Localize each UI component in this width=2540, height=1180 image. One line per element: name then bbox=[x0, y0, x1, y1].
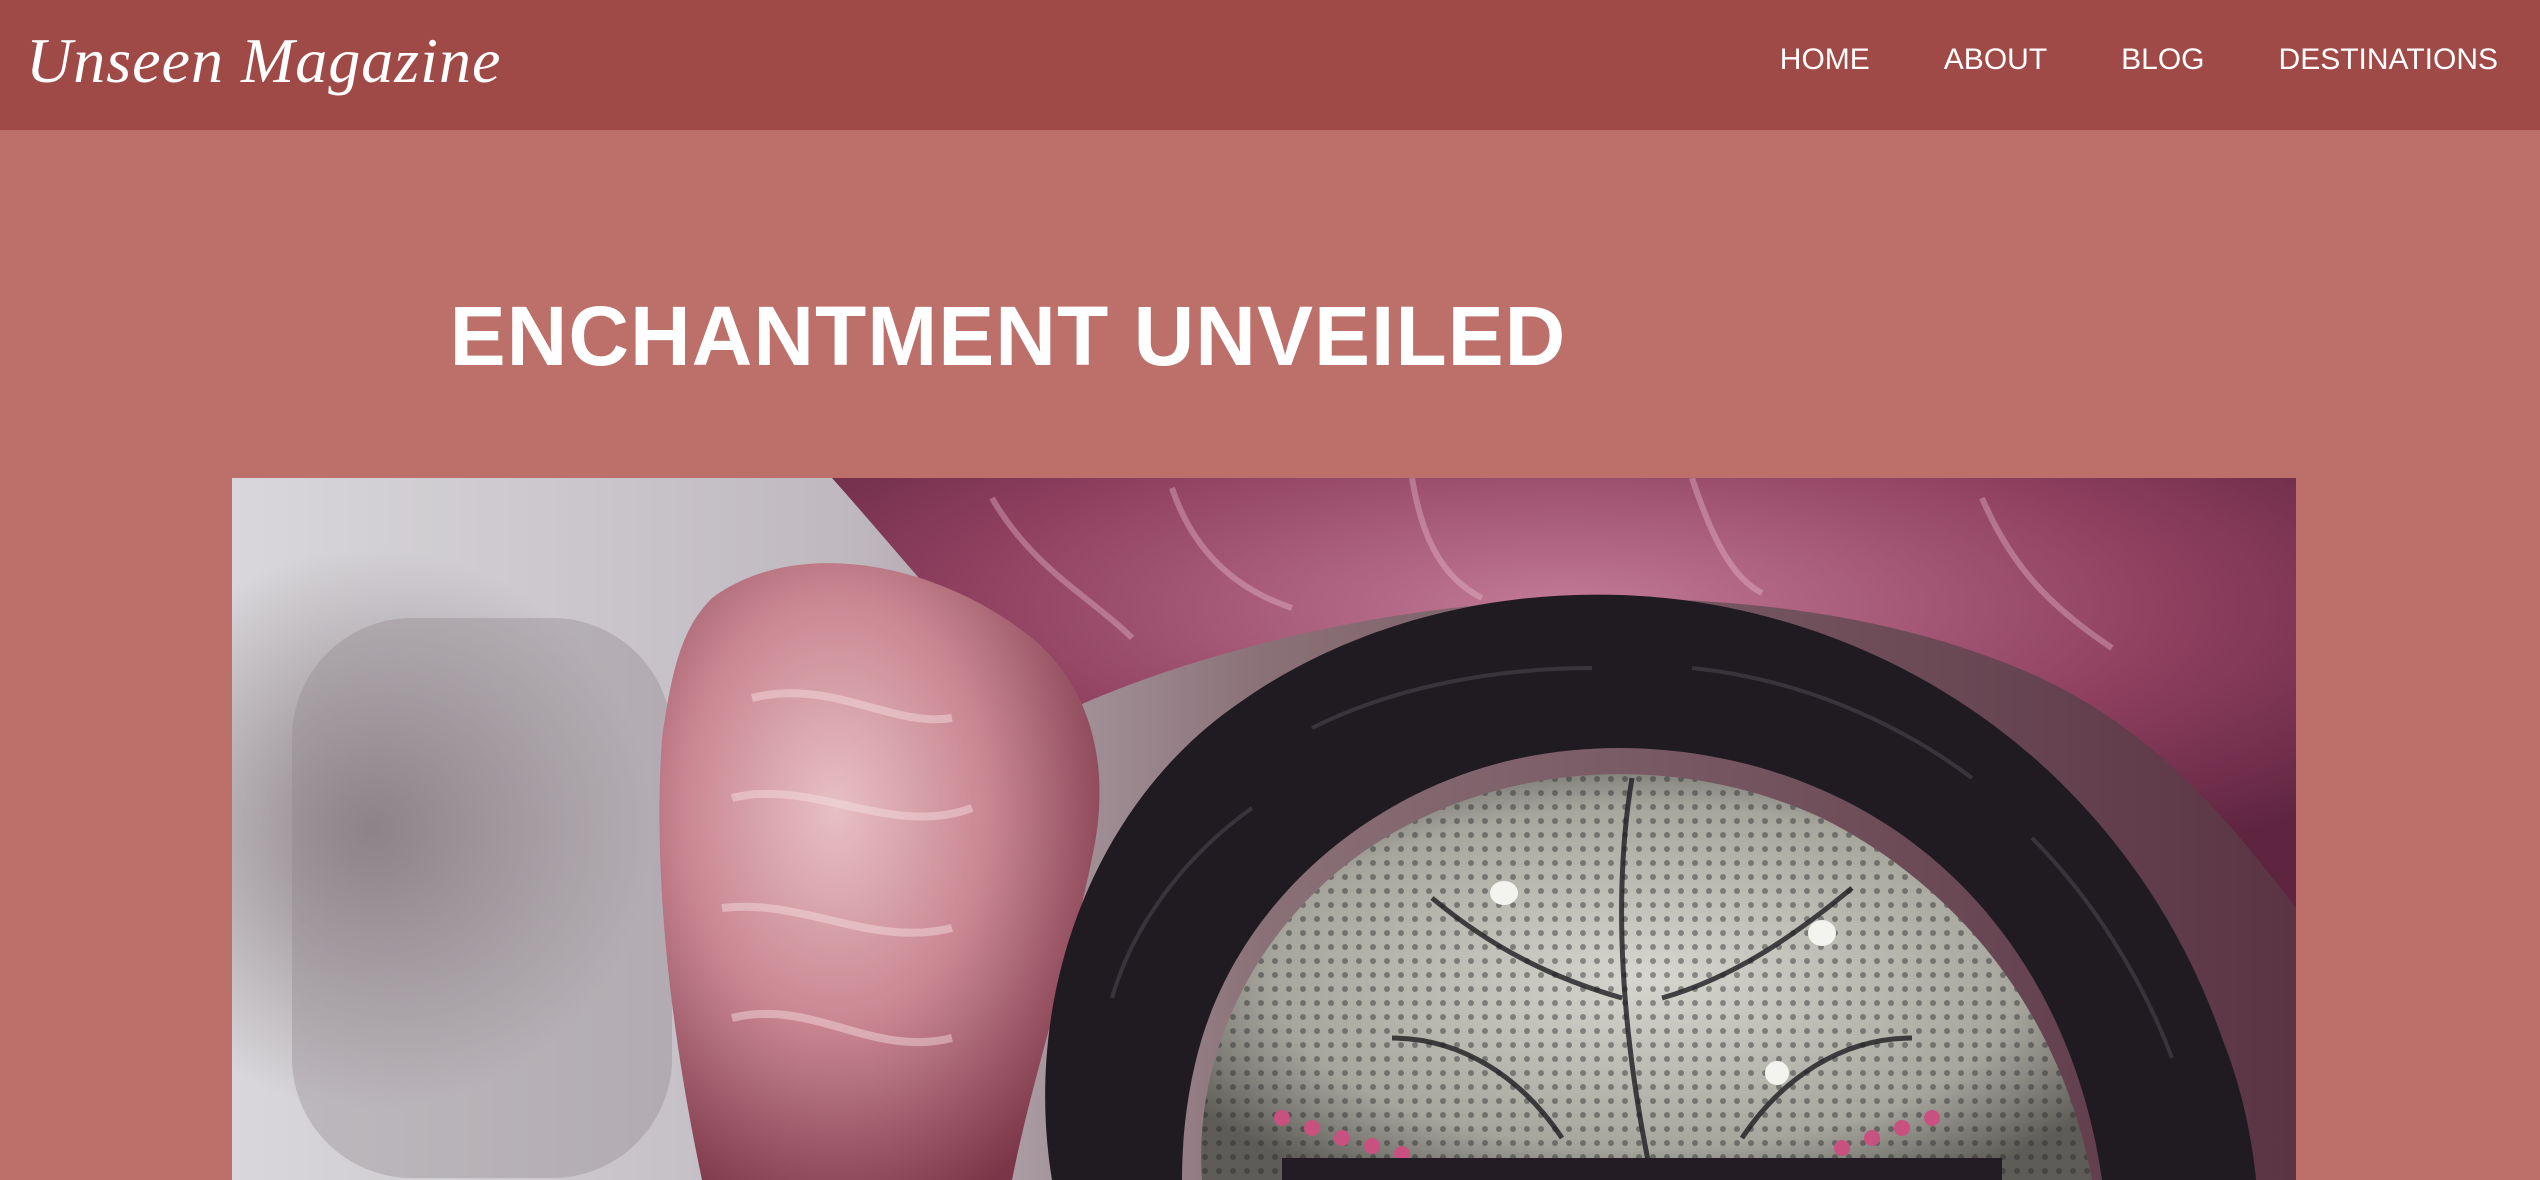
hero-image bbox=[232, 478, 2296, 1180]
nav-about-link[interactable]: ABOUT bbox=[1944, 40, 2047, 80]
hero-section: ENCHANTMENT UNVEILED bbox=[0, 130, 2540, 1180]
main-nav: HOME ABOUT BLOG DESTINATIONS bbox=[1706, 40, 2498, 80]
nav-destinations-link[interactable]: DESTINATIONS bbox=[2279, 40, 2498, 80]
nav-blog-link[interactable]: BLOG bbox=[2121, 40, 2204, 80]
page-title: ENCHANTMENT UNVEILED bbox=[449, 289, 1567, 383]
nav-home-link[interactable]: HOME bbox=[1780, 40, 1870, 80]
site-header: Unseen Magazine HOME ABOUT BLOG DESTINAT… bbox=[0, 0, 2540, 130]
masquerade-mask-photo bbox=[232, 478, 2296, 1180]
site-logo[interactable]: Unseen Magazine bbox=[26, 24, 501, 98]
